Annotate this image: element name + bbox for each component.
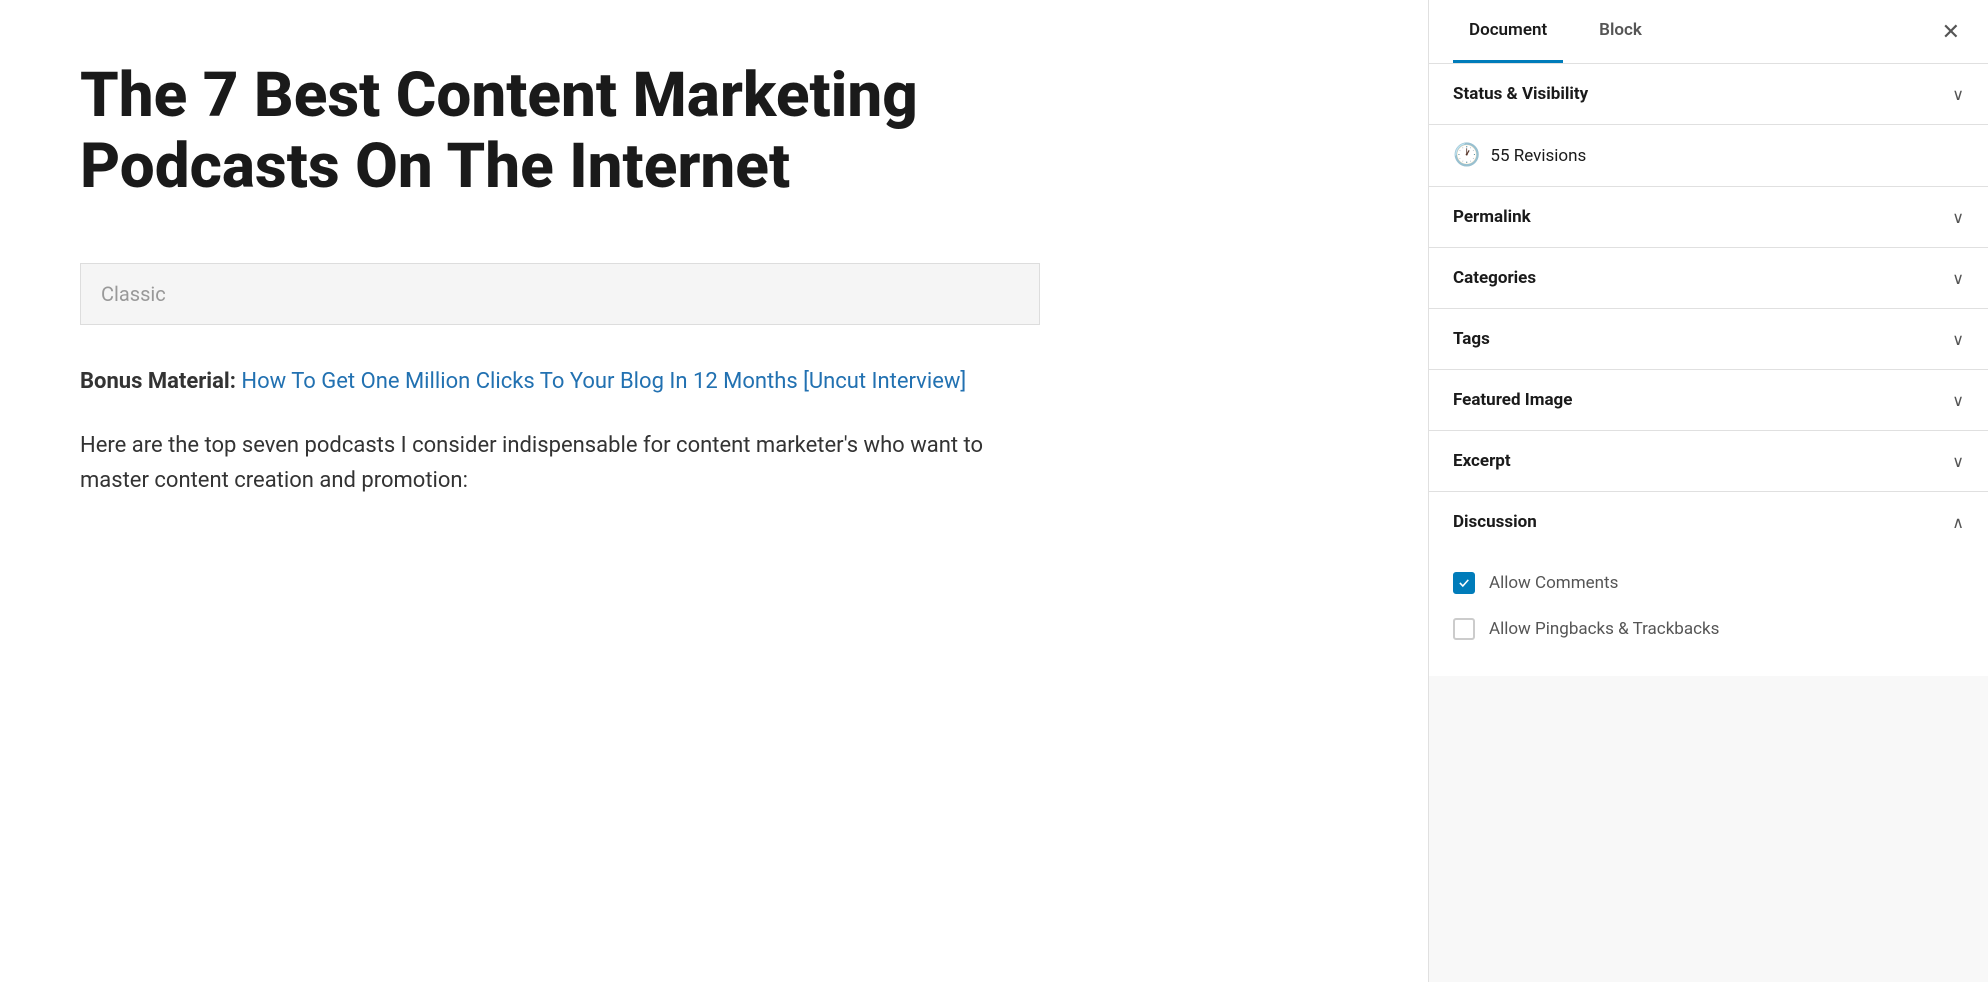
panel-tags-label: Tags xyxy=(1453,329,1490,349)
clock-icon: 🕐 xyxy=(1453,143,1480,168)
panel-status-visibility-label: Status & Visibility xyxy=(1453,84,1588,104)
discussion-body: ✓ Allow Comments Allow Pingbacks & Track… xyxy=(1429,552,1988,676)
allow-comments-label: Allow Comments xyxy=(1489,573,1618,593)
allow-pingbacks-label: Allow Pingbacks & Trackbacks xyxy=(1489,619,1719,639)
sidebar: Document Block ✕ Status & Visibility 🕐 5… xyxy=(1428,0,1988,982)
chevron-down-icon xyxy=(1952,391,1964,410)
bonus-material-link[interactable]: How To Get One Million Clicks To Your Bl… xyxy=(241,369,966,394)
chevron-down-icon xyxy=(1952,85,1964,104)
panel-permalink-header[interactable]: Permalink xyxy=(1429,187,1988,247)
panel-featured-image-label: Featured Image xyxy=(1453,390,1572,410)
chevron-down-icon xyxy=(1952,452,1964,471)
tab-block[interactable]: Block xyxy=(1583,0,1658,63)
panel-excerpt-label: Excerpt xyxy=(1453,451,1511,471)
revisions-label: 55 Revisions xyxy=(1490,146,1586,166)
panel-status-visibility-header[interactable]: Status & Visibility xyxy=(1429,64,1988,124)
panel-permalink-label: Permalink xyxy=(1453,207,1531,227)
checkmark-icon: ✓ xyxy=(1459,575,1469,592)
body-text: Here are the top seven podcasts I consid… xyxy=(80,428,1040,498)
chevron-down-icon xyxy=(1952,330,1964,349)
chevron-down-icon xyxy=(1952,269,1964,288)
panel-featured-image-header[interactable]: Featured Image xyxy=(1429,370,1988,430)
panel-categories-label: Categories xyxy=(1453,268,1536,288)
panel-discussion: Discussion ✓ Allow Comments Allow Pingba… xyxy=(1429,492,1988,676)
bonus-material-text: Bonus Material: How To Get One Million C… xyxy=(80,365,1040,398)
post-title[interactable]: The 7 Best Content Marketing Podcasts On… xyxy=(80,60,1040,203)
panel-featured-image: Featured Image xyxy=(1429,370,1988,431)
panel-permalink: Permalink xyxy=(1429,187,1988,248)
panel-discussion-label: Discussion xyxy=(1453,512,1537,532)
panel-status-visibility: Status & Visibility xyxy=(1429,64,1988,125)
bonus-material-prefix: Bonus Material: xyxy=(80,369,236,394)
panel-categories: Categories xyxy=(1429,248,1988,309)
chevron-up-icon xyxy=(1952,513,1964,532)
sidebar-tabs: Document Block xyxy=(1453,0,1678,63)
panel-tags: Tags xyxy=(1429,309,1988,370)
panel-discussion-header[interactable]: Discussion xyxy=(1429,492,1988,552)
panel-tags-header[interactable]: Tags xyxy=(1429,309,1988,369)
classic-block-label: Classic xyxy=(101,282,166,306)
panel-excerpt: Excerpt xyxy=(1429,431,1988,492)
panel-categories-header[interactable]: Categories xyxy=(1429,248,1988,308)
classic-block[interactable]: Classic xyxy=(80,263,1040,325)
revisions-row[interactable]: 🕐 55 Revisions xyxy=(1429,125,1988,187)
sidebar-header: Document Block ✕ xyxy=(1429,0,1988,64)
chevron-down-icon xyxy=(1952,208,1964,227)
allow-pingbacks-row[interactable]: Allow Pingbacks & Trackbacks xyxy=(1453,606,1964,652)
allow-pingbacks-checkbox[interactable] xyxy=(1453,618,1475,640)
allow-comments-row[interactable]: ✓ Allow Comments xyxy=(1453,560,1964,606)
main-content: The 7 Best Content Marketing Podcasts On… xyxy=(0,0,1428,982)
tab-document[interactable]: Document xyxy=(1453,0,1563,63)
allow-comments-checkbox[interactable]: ✓ xyxy=(1453,572,1475,594)
panel-excerpt-header[interactable]: Excerpt xyxy=(1429,431,1988,491)
close-button[interactable]: ✕ xyxy=(1938,17,1964,47)
